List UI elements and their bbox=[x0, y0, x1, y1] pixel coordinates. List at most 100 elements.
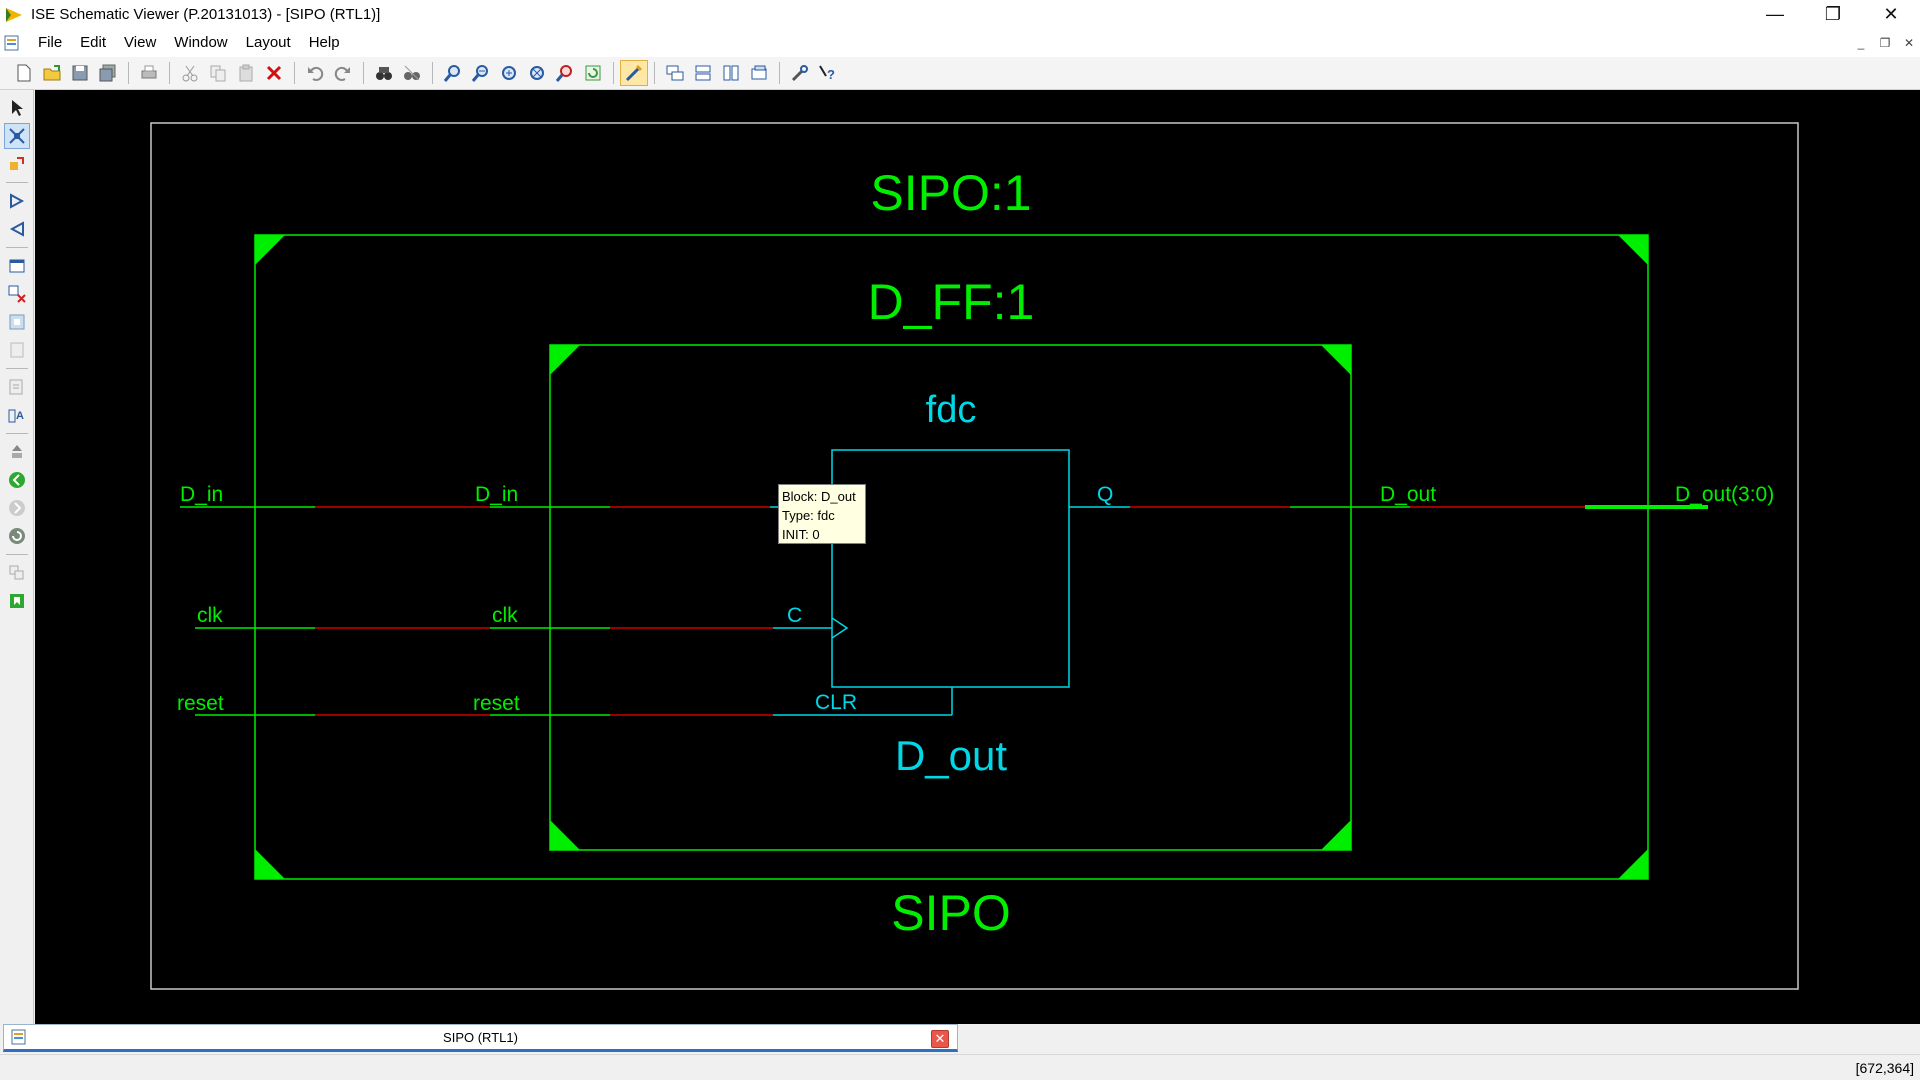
properties-icon bbox=[791, 65, 808, 82]
save-all-icon bbox=[99, 64, 116, 82]
expand-icon bbox=[9, 157, 24, 170]
menu-help-label: Help bbox=[308, 34, 340, 51]
select-arrow-button[interactable] bbox=[4, 95, 30, 121]
close-button[interactable]: ✕ bbox=[1862, 0, 1920, 29]
arrange-icon bbox=[751, 65, 767, 80]
back-button[interactable] bbox=[4, 216, 30, 242]
export-button[interactable] bbox=[4, 588, 30, 614]
zoom-out-button[interactable] bbox=[467, 60, 495, 86]
fdc-cell[interactable] bbox=[831, 449, 1070, 715]
tile-vertical-button[interactable] bbox=[717, 60, 745, 86]
cut-button[interactable] bbox=[176, 60, 204, 86]
push-button[interactable] bbox=[4, 439, 30, 465]
refresh-view-button[interactable] bbox=[4, 523, 30, 549]
text-button[interactable]: A bbox=[4, 402, 30, 428]
save-button[interactable] bbox=[66, 60, 94, 86]
find-button[interactable] bbox=[370, 60, 398, 86]
sheet-frame bbox=[150, 122, 1799, 990]
sipo-module-box[interactable] bbox=[254, 234, 1649, 880]
undo-icon bbox=[308, 66, 324, 81]
left-toolbar: A bbox=[0, 90, 34, 1024]
zoom-full-button[interactable] bbox=[495, 60, 523, 86]
pin-label-q: Q bbox=[1097, 483, 1113, 506]
cascade-button[interactable] bbox=[661, 60, 689, 86]
help-icon: ? bbox=[819, 65, 835, 82]
toolbar-separator bbox=[128, 62, 129, 84]
help-button[interactable]: ? bbox=[814, 60, 842, 86]
tab-close-button[interactable]: ✕ bbox=[931, 1030, 949, 1048]
copy-view-button[interactable] bbox=[4, 560, 30, 586]
schematic-drawing: SIPO:1 D_FF:1 fdc D_out SIPO D_in clk re… bbox=[150, 122, 1799, 990]
svg-text:A: A bbox=[16, 410, 24, 422]
sipo-instance-title: SIPO:1 bbox=[870, 165, 1031, 221]
go-back-button[interactable] bbox=[4, 467, 30, 493]
menu-window[interactable]: Window bbox=[165, 29, 236, 57]
clock-pin-marker bbox=[831, 617, 849, 639]
mdi-close-button[interactable]: ✕ bbox=[1902, 36, 1916, 50]
undo-button[interactable] bbox=[301, 60, 329, 86]
tile-vertical-icon bbox=[723, 65, 739, 81]
menu-view[interactable]: View bbox=[115, 29, 165, 57]
refresh-icon bbox=[585, 65, 601, 81]
find-next-icon bbox=[404, 65, 420, 81]
zoom-fit-button[interactable] bbox=[523, 60, 551, 86]
expand-button[interactable] bbox=[4, 151, 30, 177]
zoom-full-icon bbox=[502, 66, 516, 80]
print-icon bbox=[141, 65, 157, 79]
delete-button[interactable] bbox=[260, 60, 288, 86]
find-next-button[interactable] bbox=[398, 60, 426, 86]
document-menu-icon[interactable] bbox=[3, 34, 21, 52]
route-button[interactable] bbox=[3, 123, 30, 149]
schematic-canvas[interactable]: SIPO:1 D_FF:1 fdc D_out SIPO D_in clk re… bbox=[35, 90, 1920, 1024]
properties-button[interactable] bbox=[786, 60, 814, 86]
mdi-restore-button[interactable]: ❐ bbox=[1878, 36, 1892, 50]
select-arrow-icon bbox=[11, 100, 23, 116]
main-toolbar: ? bbox=[0, 57, 1920, 90]
svg-text:?: ? bbox=[827, 67, 835, 82]
cut-icon bbox=[182, 65, 198, 82]
delete-icon bbox=[266, 65, 282, 81]
disabled-icon bbox=[10, 342, 23, 358]
forward-button[interactable] bbox=[4, 188, 30, 214]
restore-button[interactable]: ❐ bbox=[1804, 0, 1862, 29]
open-button[interactable] bbox=[38, 60, 66, 86]
arrange-button[interactable] bbox=[745, 60, 773, 86]
go-forward-button[interactable] bbox=[4, 495, 30, 521]
tile-horizontal-button[interactable] bbox=[689, 60, 717, 86]
menu-file[interactable]: File bbox=[29, 29, 71, 57]
tab-sipo-rtl1[interactable]: SIPO (RTL1) ✕ bbox=[3, 1024, 958, 1052]
redo-button[interactable] bbox=[329, 60, 357, 86]
minimize-button[interactable]: — bbox=[1746, 0, 1804, 29]
left-toolbar-separator bbox=[5, 368, 28, 369]
new-icon bbox=[17, 64, 31, 82]
menu-file-label: File bbox=[38, 34, 63, 51]
tooltip-init: INIT: 0 bbox=[782, 527, 820, 542]
new-button[interactable] bbox=[10, 60, 38, 86]
save-all-button[interactable] bbox=[94, 60, 122, 86]
port-label-d-out-bus: D_out(3:0) bbox=[1675, 483, 1774, 506]
redo-icon bbox=[334, 66, 350, 81]
zoom-in-button[interactable] bbox=[439, 60, 467, 86]
select-mode-button[interactable] bbox=[620, 60, 648, 86]
left-toolbar-separator bbox=[5, 182, 28, 183]
menu-help[interactable]: Help bbox=[300, 29, 349, 57]
disabled-button[interactable] bbox=[4, 337, 30, 363]
copy-button[interactable] bbox=[204, 60, 232, 86]
inner-port-label-reset: reset bbox=[473, 692, 520, 715]
edit-button[interactable] bbox=[4, 374, 30, 400]
paste-button[interactable] bbox=[232, 60, 260, 86]
select-mode-icon bbox=[625, 64, 643, 82]
remove-button[interactable] bbox=[4, 281, 30, 307]
toolbar-separator bbox=[363, 62, 364, 84]
mdi-minimize-button[interactable]: _ bbox=[1854, 36, 1868, 50]
menu-edit[interactable]: Edit bbox=[71, 29, 115, 57]
cursor-coordinates: [672,364] bbox=[1855, 1060, 1914, 1076]
menu-layout[interactable]: Layout bbox=[237, 29, 300, 57]
zoom-select-icon bbox=[555, 65, 572, 82]
print-button[interactable] bbox=[135, 60, 163, 86]
zoom-select-button[interactable] bbox=[551, 60, 579, 86]
remove-icon bbox=[8, 285, 26, 303]
add-window-button[interactable] bbox=[4, 253, 30, 279]
fit-button[interactable] bbox=[4, 309, 30, 335]
refresh-button[interactable] bbox=[579, 60, 607, 86]
